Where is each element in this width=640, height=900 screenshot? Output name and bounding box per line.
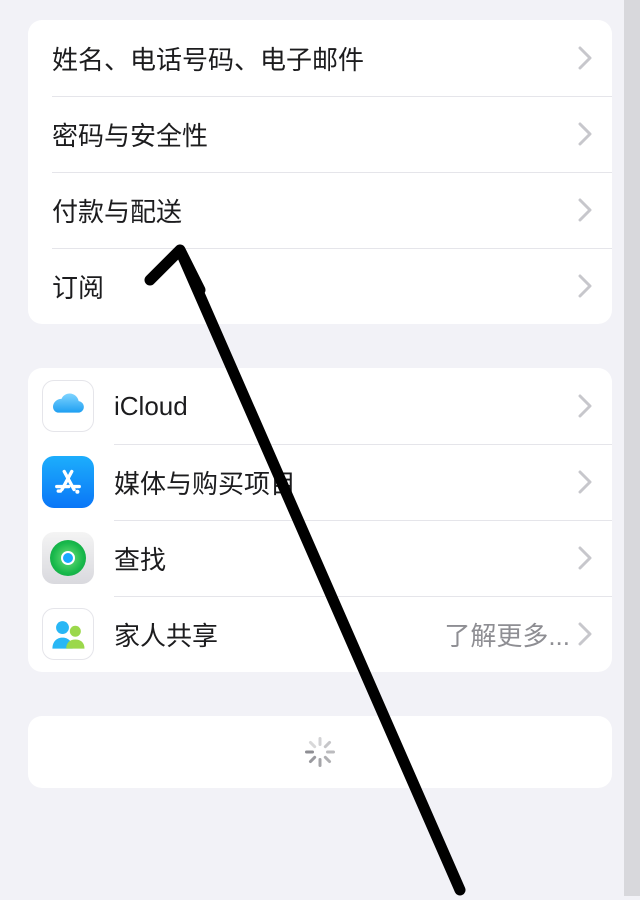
scrollbar-track [624, 0, 640, 896]
family-sharing-row[interactable]: 家人共享 了解更多... [28, 596, 612, 672]
name-phone-email-label: 姓名、电话号码、电子邮件 [52, 40, 578, 77]
chevron-right-icon [578, 394, 592, 418]
chevron-right-icon [578, 470, 592, 494]
icloud-row[interactable]: iCloud [28, 368, 612, 444]
findmy-row[interactable]: 查找 [28, 520, 612, 596]
chevron-right-icon [578, 546, 592, 570]
icloud-icon [42, 380, 94, 432]
findmy-icon [42, 532, 94, 584]
password-security-row[interactable]: 密码与安全性 [28, 96, 612, 172]
name-phone-email-row[interactable]: 姓名、电话号码、电子邮件 [28, 20, 612, 96]
media-purchases-label: 媒体与购买项目 [114, 464, 578, 501]
payment-shipping-label: 付款与配送 [52, 192, 578, 229]
subscriptions-label: 订阅 [52, 268, 578, 305]
findmy-label: 查找 [114, 540, 578, 577]
subscriptions-row[interactable]: 订阅 [28, 248, 612, 324]
spinner-icon [305, 737, 335, 767]
payment-shipping-row[interactable]: 付款与配送 [28, 172, 612, 248]
loading-group [28, 716, 612, 788]
chevron-right-icon [578, 274, 592, 298]
family-sharing-detail: 了解更多... [444, 616, 570, 653]
chevron-right-icon [578, 198, 592, 222]
chevron-right-icon [578, 622, 592, 646]
family-sharing-label: 家人共享 [114, 616, 444, 653]
password-security-label: 密码与安全性 [52, 116, 578, 153]
icloud-label: iCloud [114, 391, 578, 422]
appstore-icon [42, 456, 94, 508]
services-group: iCloud 媒体与购买项目 查找 [28, 368, 612, 672]
chevron-right-icon [578, 46, 592, 70]
family-icon [42, 608, 94, 660]
chevron-right-icon [578, 122, 592, 146]
media-purchases-row[interactable]: 媒体与购买项目 [28, 444, 612, 520]
account-info-group: 姓名、电话号码、电子邮件 密码与安全性 付款与配送 订阅 [28, 20, 612, 324]
